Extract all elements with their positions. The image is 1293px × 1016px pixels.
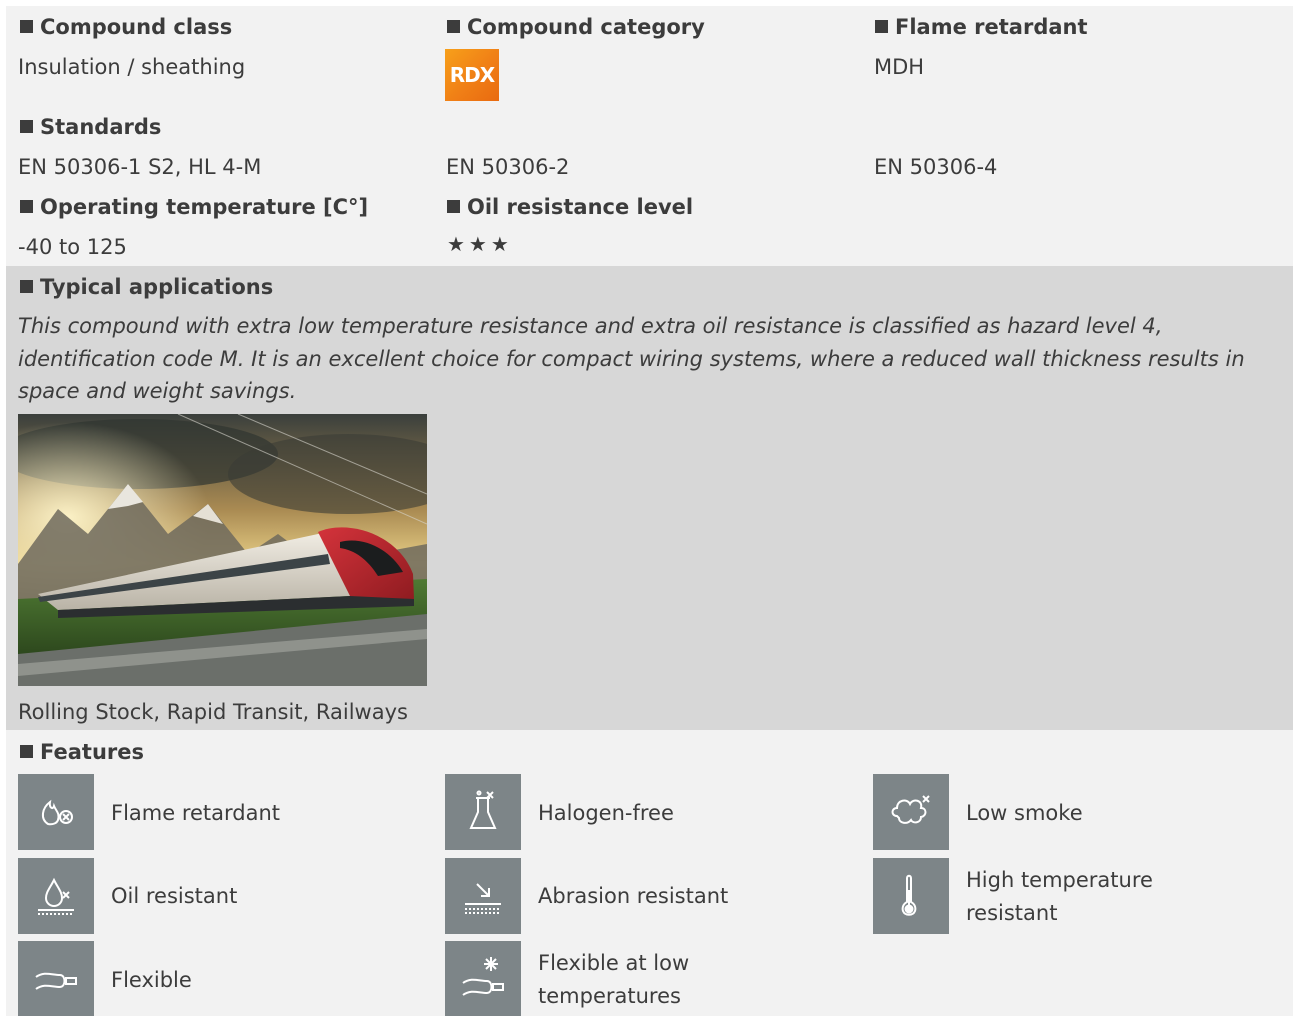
feature-label: Abrasion resistant bbox=[538, 884, 729, 908]
feature-label: Halogen-free bbox=[538, 801, 674, 825]
feature-label: High temperature resistant bbox=[966, 868, 1153, 925]
oil-resistant-icon bbox=[18, 858, 94, 934]
flexible-low-temp-icon bbox=[445, 941, 521, 1016]
flame-retardant-value: MDH bbox=[874, 55, 925, 79]
compound-category-header: Compound category bbox=[447, 14, 705, 40]
flame-retardant-icon bbox=[18, 774, 94, 850]
feature-label: Flame retardant bbox=[111, 801, 281, 825]
oil-resistance-header: Oil resistance level bbox=[447, 194, 693, 220]
feature-label: Flexible at low temperatures bbox=[538, 951, 690, 1008]
operating-temperature-header: Operating temperature [C°] bbox=[20, 194, 368, 220]
properties-panel bbox=[6, 6, 1293, 266]
standard-item: EN 50306-1 S2, HL 4-M bbox=[18, 155, 262, 179]
feature-label: Oil resistant bbox=[111, 884, 238, 908]
standard-item: EN 50306-2 bbox=[446, 155, 570, 179]
features-header: Features bbox=[20, 739, 144, 765]
applications-caption: Rolling Stock, Rapid Transit, Railways bbox=[18, 700, 408, 724]
operating-temperature-value: -40 to 125 bbox=[18, 235, 127, 259]
flame-retardant-header: Flame retardant bbox=[875, 14, 1088, 40]
abrasion-resistant-icon bbox=[445, 858, 521, 934]
flexible-cable-icon bbox=[18, 941, 94, 1016]
feature-label: Flexible bbox=[111, 968, 192, 992]
applications-description: This compound with extra low temperature… bbox=[18, 314, 1245, 403]
rdx-category-badge: RDX bbox=[445, 49, 499, 101]
oil-resistance-stars: ★★★ bbox=[447, 232, 513, 256]
train-photo bbox=[18, 414, 427, 686]
low-smoke-icon bbox=[873, 774, 949, 850]
typical-applications-header: Typical applications bbox=[20, 274, 273, 300]
compound-class-header: Compound class bbox=[20, 14, 232, 40]
compound-class-value: Insulation / sheathing bbox=[18, 55, 246, 79]
halogen-free-icon bbox=[445, 774, 521, 850]
standard-item: EN 50306-4 bbox=[874, 155, 998, 179]
standards-header: Standards bbox=[20, 114, 161, 140]
feature-label: Low smoke bbox=[966, 801, 1083, 825]
thermometer-icon bbox=[873, 858, 949, 934]
